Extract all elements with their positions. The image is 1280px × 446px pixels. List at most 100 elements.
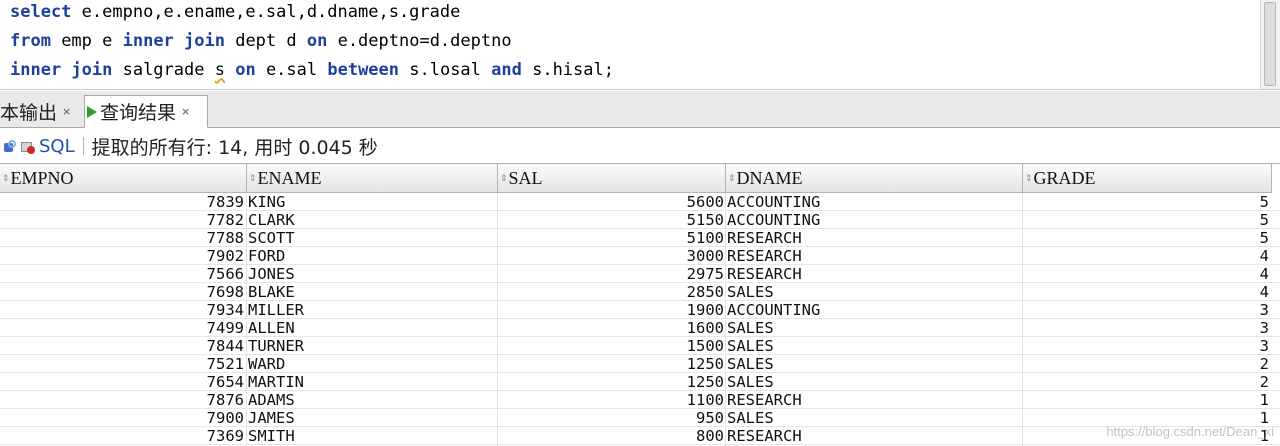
table-row[interactable]: 7934 MILLER 1900 ACCOUNTING 3 (0, 301, 1280, 319)
cell-ename[interactable]: TURNER (247, 337, 498, 355)
cell-dname[interactable]: RESEARCH (726, 229, 1023, 247)
table-row[interactable]: 7499 ALLEN 1600 SALES 3 (0, 319, 1280, 337)
pin-icon[interactable] (4, 139, 17, 153)
cell-sal[interactable]: 1900 (498, 301, 726, 319)
cell-dname[interactable]: SALES (726, 409, 1023, 427)
cell-sal[interactable]: 1500 (498, 337, 726, 355)
cell-ename[interactable]: JONES (247, 265, 498, 283)
cell-grade[interactable]: 5 (1023, 211, 1272, 229)
tab-query-result[interactable]: 查询结果 × (84, 95, 208, 128)
cell-empno[interactable]: 7934 (0, 301, 247, 319)
cell-grade[interactable]: 5 (1023, 229, 1272, 247)
cell-sal[interactable]: 5150 (498, 211, 726, 229)
cell-dname[interactable]: SALES (726, 283, 1023, 301)
cell-dname[interactable]: ACCOUNTING (726, 193, 1023, 211)
column-header-ename[interactable]: ⇕ ENAME (247, 164, 498, 193)
column-header-empno[interactable]: ⇕ EMPNO (0, 164, 247, 193)
sort-icon[interactable]: ⇕ (500, 173, 508, 183)
cell-dname[interactable]: ACCOUNTING (726, 301, 1023, 319)
cell-ename[interactable]: ADAMS (247, 391, 498, 409)
cell-empno[interactable]: 7698 (0, 283, 247, 301)
cell-dname[interactable]: SALES (726, 337, 1023, 355)
table-row[interactable]: 7654 MARTIN 1250 SALES 2 (0, 373, 1280, 391)
cell-dname[interactable]: RESEARCH (726, 247, 1023, 265)
cell-grade[interactable]: 3 (1023, 319, 1272, 337)
cell-sal[interactable]: 1600 (498, 319, 726, 337)
column-header-dname[interactable]: ⇕ DNAME (726, 164, 1023, 193)
table-row[interactable]: 7788 SCOTT 5100 RESEARCH 5 (0, 229, 1280, 247)
cell-sal[interactable]: 950 (498, 409, 726, 427)
result-grid[interactable]: ⇕ EMPNO ⇕ ENAME ⇕ SAL ⇕ DNAME ⇕ GRADE 7839 KING 560… (0, 163, 1280, 446)
tab-script-output[interactable]: 本输出 × (0, 95, 82, 128)
sort-icon[interactable]: ⇕ (249, 173, 257, 183)
table-row[interactable]: 7902 FORD 3000 RESEARCH 4 (0, 247, 1280, 265)
cell-sal[interactable]: 800 (498, 427, 726, 445)
cell-dname[interactable]: RESEARCH (726, 391, 1023, 409)
column-header-grade[interactable]: ⇕ GRADE (1023, 164, 1272, 193)
table-row[interactable]: 7876 ADAMS 1100 RESEARCH 1 (0, 391, 1280, 409)
editor-scroll-thumb[interactable] (1264, 2, 1276, 86)
cell-grade[interactable]: 5 (1023, 193, 1272, 211)
cell-dname[interactable]: RESEARCH (726, 427, 1023, 445)
cell-dname[interactable]: ACCOUNTING (726, 211, 1023, 229)
cell-grade[interactable]: 3 (1023, 301, 1272, 319)
cell-sal[interactable]: 5100 (498, 229, 726, 247)
cell-ename[interactable]: MARTIN (247, 373, 498, 391)
sort-icon[interactable]: ⇕ (2, 173, 10, 183)
cell-empno[interactable]: 7844 (0, 337, 247, 355)
cell-ename[interactable]: FORD (247, 247, 498, 265)
table-row[interactable]: 7900 JAMES 950 SALES 1 (0, 409, 1280, 427)
cell-grade[interactable]: 4 (1023, 247, 1272, 265)
refresh-error-icon[interactable] (21, 140, 35, 154)
table-row[interactable]: 7844 TURNER 1500 SALES 3 (0, 337, 1280, 355)
cell-ename[interactable]: ALLEN (247, 319, 498, 337)
cell-empno[interactable]: 7839 (0, 193, 247, 211)
editor-scrollbar[interactable] (1260, 0, 1280, 89)
cell-ename[interactable]: CLARK (247, 211, 498, 229)
cell-grade[interactable]: 4 (1023, 283, 1272, 301)
cell-empno[interactable]: 7521 (0, 355, 247, 373)
cell-empno[interactable]: 7788 (0, 229, 247, 247)
cell-empno[interactable]: 7900 (0, 409, 247, 427)
cell-empno[interactable]: 7876 (0, 391, 247, 409)
cell-empno[interactable]: 7654 (0, 373, 247, 391)
cell-grade[interactable]: 3 (1023, 337, 1272, 355)
table-row[interactable]: 7369 SMITH 800 RESEARCH 1 (0, 427, 1280, 445)
cell-sal[interactable]: 1250 (498, 373, 726, 391)
cell-dname[interactable]: SALES (726, 355, 1023, 373)
cell-ename[interactable]: BLAKE (247, 283, 498, 301)
sort-icon[interactable]: ⇕ (1025, 173, 1033, 183)
cell-ename[interactable]: SCOTT (247, 229, 498, 247)
cell-grade[interactable]: 2 (1023, 355, 1272, 373)
cell-sal[interactable]: 2850 (498, 283, 726, 301)
table-row[interactable]: 7782 CLARK 5150 ACCOUNTING 5 (0, 211, 1280, 229)
column-header-sal[interactable]: ⇕ SAL (498, 164, 726, 193)
close-icon[interactable]: × (181, 105, 190, 118)
cell-sal[interactable]: 1100 (498, 391, 726, 409)
cell-empno[interactable]: 7782 (0, 211, 247, 229)
cell-grade[interactable]: 4 (1023, 265, 1272, 283)
sql-editor[interactable]: select e.empno,e.ename,e.sal,d.dname,s.g… (0, 0, 1280, 90)
cell-empno[interactable]: 7499 (0, 319, 247, 337)
cell-dname[interactable]: RESEARCH (726, 265, 1023, 283)
table-row[interactable]: 7521 WARD 1250 SALES 2 (0, 355, 1280, 373)
table-row[interactable]: 7839 KING 5600 ACCOUNTING 5 (0, 193, 1280, 211)
cell-grade[interactable]: 1 (1023, 391, 1272, 409)
close-icon[interactable]: × (62, 105, 71, 118)
sql-button[interactable]: SQL (39, 136, 75, 157)
cell-sal[interactable]: 5600 (498, 193, 726, 211)
cell-sal[interactable]: 3000 (498, 247, 726, 265)
cell-dname[interactable]: SALES (726, 373, 1023, 391)
cell-dname[interactable]: SALES (726, 319, 1023, 337)
cell-ename[interactable]: SMITH (247, 427, 498, 445)
cell-sal[interactable]: 2975 (498, 265, 726, 283)
cell-ename[interactable]: JAMES (247, 409, 498, 427)
sort-icon[interactable]: ⇕ (728, 173, 736, 183)
table-row[interactable]: 7698 BLAKE 2850 SALES 4 (0, 283, 1280, 301)
table-row[interactable]: 7566 JONES 2975 RESEARCH 4 (0, 265, 1280, 283)
cell-empno[interactable]: 7369 (0, 427, 247, 445)
cell-ename[interactable]: KING (247, 193, 498, 211)
cell-ename[interactable]: MILLER (247, 301, 498, 319)
cell-sal[interactable]: 1250 (498, 355, 726, 373)
cell-empno[interactable]: 7566 (0, 265, 247, 283)
